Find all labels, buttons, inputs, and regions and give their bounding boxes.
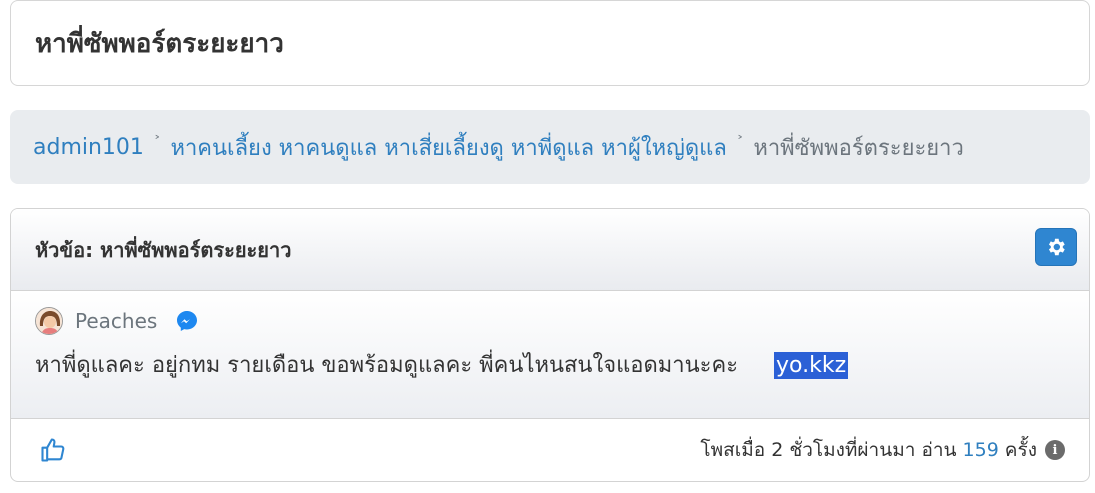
info-icon[interactable]: i [1045,440,1065,460]
messenger-icon[interactable] [175,309,199,333]
breadcrumb-item-user[interactable]: admin101 [33,135,144,160]
breadcrumb-current: หาพี่ซัพพอร์ตระยะยาว [753,135,964,161]
breadcrumb-separator: ˃ [153,134,161,150]
post-footer: โพสเมื่อ 2 ชั่วโมงที่ผ่านมา อ่าน 159 ครั… [11,419,1089,481]
breadcrumb-item-category[interactable]: หาคนเลี้ยง หาคนดูแล หาเสี่ยเลี้ยงดู หาพี… [170,130,726,165]
breadcrumb-separator: ˃ [736,134,744,150]
post-topic: หัวข้อ: หาพี่ซัพพอร์ตระยะยาว [35,237,292,262]
page-title-box: หาพี่ซัพพอร์ตระยะยาว [10,0,1090,86]
view-unit: ครั้ง [1004,439,1037,461]
post-meta: โพสเมื่อ 2 ชั่วโมงที่ผ่านมา อ่าน 159 ครั… [700,435,1065,465]
post-header: หัวข้อ: หาพี่ซัพพอร์ตระยะยาว [11,209,1089,291]
post-message: หาพี่ดูแลคะ อยู่กทม รายเดือน ขอพร้อมดูแล… [35,347,1089,382]
settings-button[interactable] [1035,228,1077,266]
post-body: Peaches หาพี่ดูแลคะ อยู่กทม รายเดือน ขอพ… [11,291,1089,419]
author-row: Peaches [35,305,1089,337]
author-name[interactable]: Peaches [75,309,157,333]
page-title: หาพี่ซัพพอร์ตระยะยาว [35,28,284,59]
message-text: หาพี่ดูแลคะ อยู่กทม รายเดือน ขอพร้อมดูแล… [35,353,739,378]
gear-icon [1048,238,1065,256]
post-card: หัวข้อ: หาพี่ซัพพอร์ตระยะยาว Peaches หาพ… [10,208,1090,482]
breadcrumb: admin101 ˃ หาคนเลี้ยง หาคนดูแล หาเสี่ยเล… [10,110,1090,184]
thumbs-up-icon[interactable] [39,436,67,464]
posted-time: โพสเมื่อ 2 ชั่วโมงที่ผ่านมา อ่าน [700,439,957,461]
avatar[interactable] [35,307,63,335]
selected-contact-id: yo.kkz [774,352,849,379]
view-count: 159 [962,439,999,461]
